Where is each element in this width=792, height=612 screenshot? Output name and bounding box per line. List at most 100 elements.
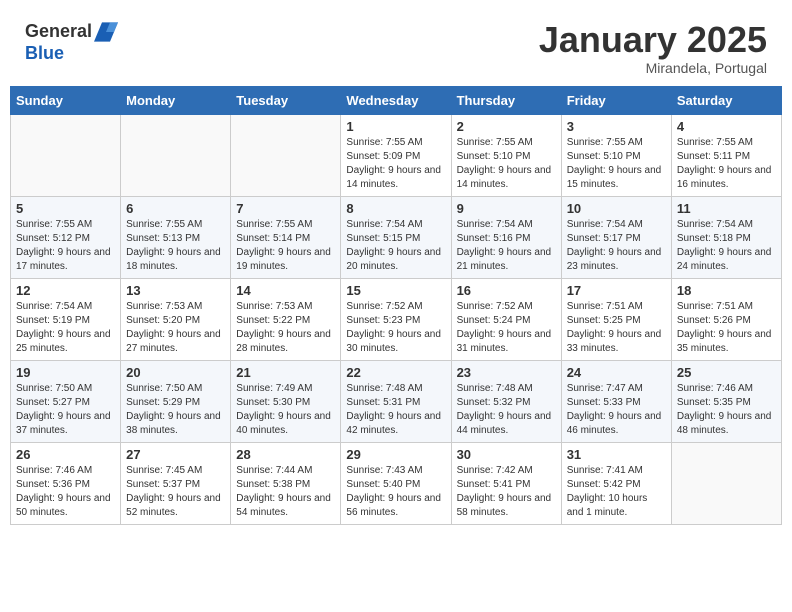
calendar-week-row: 1 Sunrise: 7:55 AM Sunset: 5:09 PM Daylig…: [11, 114, 782, 196]
day-info: Sunrise: 7:55 AM Sunset: 5:11 PM Dayligh…: [677, 136, 776, 192]
day-number: 12: [16, 283, 115, 298]
logo-blue: Blue: [25, 44, 118, 64]
day-number: 17: [567, 283, 666, 298]
calendar-cell: 12 Sunrise: 7:54 AM Sunset: 5:19 PM Dayli…: [11, 278, 121, 360]
day-info: Sunrise: 7:51 AM Sunset: 5:26 PM Dayligh…: [677, 300, 776, 356]
day-info: Sunrise: 7:51 AM Sunset: 5:25 PM Dayligh…: [567, 300, 666, 356]
calendar-cell: 6 Sunrise: 7:55 AM Sunset: 5:13 PM Daylig…: [121, 196, 231, 278]
day-info: Sunrise: 7:54 AM Sunset: 5:19 PM Dayligh…: [16, 300, 115, 356]
day-info: Sunrise: 7:55 AM Sunset: 5:10 PM Dayligh…: [567, 136, 666, 192]
day-number: 27: [126, 447, 225, 462]
weekday-header-wednesday: Wednesday: [341, 86, 451, 114]
calendar-cell: 29Sunrise: 7:43 AM Sunset: 5:40 PM Dayli…: [341, 442, 451, 524]
day-info: Sunrise: 7:55 AM Sunset: 5:12 PM Dayligh…: [16, 218, 115, 274]
calendar-cell: 13Sunrise: 7:53 AM Sunset: 5:20 PM Dayli…: [121, 278, 231, 360]
calendar-cell: [231, 114, 341, 196]
day-number: 14: [236, 283, 335, 298]
day-number: 4: [677, 119, 776, 134]
day-number: 15: [346, 283, 445, 298]
day-number: 13: [126, 283, 225, 298]
calendar-cell: 28Sunrise: 7:44 AM Sunset: 5:38 PM Dayli…: [231, 442, 341, 524]
day-number: 20: [126, 365, 225, 380]
day-number: 3: [567, 119, 666, 134]
calendar-cell: 27 Sunrise: 7:45 AM Sunset: 5:37 PM Dayli…: [121, 442, 231, 524]
day-number: 29: [346, 447, 445, 462]
calendar-week-row: 19 Sunrise: 7:50 AM Sunset: 5:27 PM Dayli…: [11, 360, 782, 442]
day-number: 16: [457, 283, 556, 298]
calendar-cell: 19 Sunrise: 7:50 AM Sunset: 5:27 PM Dayli…: [11, 360, 121, 442]
page-header: General Blue January 2025 Mirandela, Por…: [10, 10, 782, 81]
month-title: January 2025: [539, 20, 767, 60]
weekday-header-tuesday: Tuesday: [231, 86, 341, 114]
calendar-week-row: 12 Sunrise: 7:54 AM Sunset: 5:19 PM Dayli…: [11, 278, 782, 360]
day-number: 30: [457, 447, 556, 462]
weekday-header-saturday: Saturday: [671, 86, 781, 114]
calendar-cell: 14 Sunrise: 7:53 AM Sunset: 5:22 PM Dayli…: [231, 278, 341, 360]
day-number: 5: [16, 201, 115, 216]
day-number: 7: [236, 201, 335, 216]
day-info: Sunrise: 7:49 AM Sunset: 5:30 PM Dayligh…: [236, 382, 335, 438]
day-info: Sunrise: 7:50 AM Sunset: 5:29 PM Dayligh…: [126, 382, 225, 438]
calendar-cell: 30 Sunrise: 7:42 AM Sunset: 5:41 PM Dayli…: [451, 442, 561, 524]
calendar-cell: 31 Sunrise: 7:41 AM Sunset: 5:42 PM Dayli…: [561, 442, 671, 524]
day-info: Sunrise: 7:50 AM Sunset: 5:27 PM Dayligh…: [16, 382, 115, 438]
calendar-cell: 5 Sunrise: 7:55 AM Sunset: 5:12 PM Daylig…: [11, 196, 121, 278]
day-info: Sunrise: 7:48 AM Sunset: 5:32 PM Dayligh…: [457, 382, 556, 438]
day-number: 31: [567, 447, 666, 462]
calendar-cell: 9Sunrise: 7:54 AM Sunset: 5:16 PM Daylig…: [451, 196, 561, 278]
logo: General Blue: [25, 20, 118, 64]
day-number: 24: [567, 365, 666, 380]
calendar-table: SundayMondayTuesdayWednesdayThursdayFrid…: [10, 86, 782, 525]
day-number: 23: [457, 365, 556, 380]
calendar-cell: 18 Sunrise: 7:51 AM Sunset: 5:26 PM Dayli…: [671, 278, 781, 360]
day-number: 26: [16, 447, 115, 462]
day-info: Sunrise: 7:55 AM Sunset: 5:14 PM Dayligh…: [236, 218, 335, 274]
day-info: Sunrise: 7:55 AM Sunset: 5:10 PM Dayligh…: [457, 136, 556, 192]
day-info: Sunrise: 7:52 AM Sunset: 5:23 PM Dayligh…: [346, 300, 445, 356]
weekday-header-row: SundayMondayTuesdayWednesdayThursdayFrid…: [11, 86, 782, 114]
day-info: Sunrise: 7:55 AM Sunset: 5:13 PM Dayligh…: [126, 218, 225, 274]
calendar-cell: 3 Sunrise: 7:55 AM Sunset: 5:10 PM Daylig…: [561, 114, 671, 196]
day-info: Sunrise: 7:53 AM Sunset: 5:22 PM Dayligh…: [236, 300, 335, 356]
calendar-week-row: 5 Sunrise: 7:55 AM Sunset: 5:12 PM Daylig…: [11, 196, 782, 278]
day-number: 11: [677, 201, 776, 216]
day-number: 18: [677, 283, 776, 298]
day-number: 21: [236, 365, 335, 380]
calendar-cell: 21 Sunrise: 7:49 AM Sunset: 5:30 PM Dayli…: [231, 360, 341, 442]
day-number: 19: [16, 365, 115, 380]
weekday-header-friday: Friday: [561, 86, 671, 114]
calendar-cell: 22 Sunrise: 7:48 AM Sunset: 5:31 PM Dayli…: [341, 360, 451, 442]
weekday-header-monday: Monday: [121, 86, 231, 114]
day-info: Sunrise: 7:54 AM Sunset: 5:17 PM Dayligh…: [567, 218, 666, 274]
day-info: Sunrise: 7:46 AM Sunset: 5:35 PM Dayligh…: [677, 382, 776, 438]
calendar-cell: 15 Sunrise: 7:52 AM Sunset: 5:23 PM Dayli…: [341, 278, 451, 360]
day-number: 6: [126, 201, 225, 216]
title-block: January 2025 Mirandela, Portugal: [539, 20, 767, 76]
calendar-cell: 10Sunrise: 7:54 AM Sunset: 5:17 PM Dayli…: [561, 196, 671, 278]
day-number: 1: [346, 119, 445, 134]
day-info: Sunrise: 7:55 AM Sunset: 5:09 PM Dayligh…: [346, 136, 445, 192]
day-info: Sunrise: 7:44 AM Sunset: 5:38 PM Dayligh…: [236, 464, 335, 520]
location: Mirandela, Portugal: [539, 60, 767, 76]
logo-icon: [94, 20, 118, 44]
calendar-cell: [11, 114, 121, 196]
day-number: 2: [457, 119, 556, 134]
day-info: Sunrise: 7:46 AM Sunset: 5:36 PM Dayligh…: [16, 464, 115, 520]
calendar-cell: 11Sunrise: 7:54 AM Sunset: 5:18 PM Dayli…: [671, 196, 781, 278]
day-info: Sunrise: 7:54 AM Sunset: 5:15 PM Dayligh…: [346, 218, 445, 274]
calendar-week-row: 26 Sunrise: 7:46 AM Sunset: 5:36 PM Dayli…: [11, 442, 782, 524]
day-number: 8: [346, 201, 445, 216]
day-info: Sunrise: 7:41 AM Sunset: 5:42 PM Dayligh…: [567, 464, 666, 520]
calendar-cell: 26 Sunrise: 7:46 AM Sunset: 5:36 PM Dayli…: [11, 442, 121, 524]
day-info: Sunrise: 7:45 AM Sunset: 5:37 PM Dayligh…: [126, 464, 225, 520]
day-info: Sunrise: 7:42 AM Sunset: 5:41 PM Dayligh…: [457, 464, 556, 520]
calendar-cell: 1 Sunrise: 7:55 AM Sunset: 5:09 PM Daylig…: [341, 114, 451, 196]
calendar-cell: 16Sunrise: 7:52 AM Sunset: 5:24 PM Dayli…: [451, 278, 561, 360]
calendar-cell: 24Sunrise: 7:47 AM Sunset: 5:33 PM Dayli…: [561, 360, 671, 442]
calendar-cell: 20 Sunrise: 7:50 AM Sunset: 5:29 PM Dayli…: [121, 360, 231, 442]
calendar-cell: 8 Sunrise: 7:54 AM Sunset: 5:15 PM Daylig…: [341, 196, 451, 278]
day-number: 22: [346, 365, 445, 380]
day-info: Sunrise: 7:54 AM Sunset: 5:16 PM Dayligh…: [457, 218, 556, 274]
day-info: Sunrise: 7:48 AM Sunset: 5:31 PM Dayligh…: [346, 382, 445, 438]
calendar-cell: 7 Sunrise: 7:55 AM Sunset: 5:14 PM Daylig…: [231, 196, 341, 278]
